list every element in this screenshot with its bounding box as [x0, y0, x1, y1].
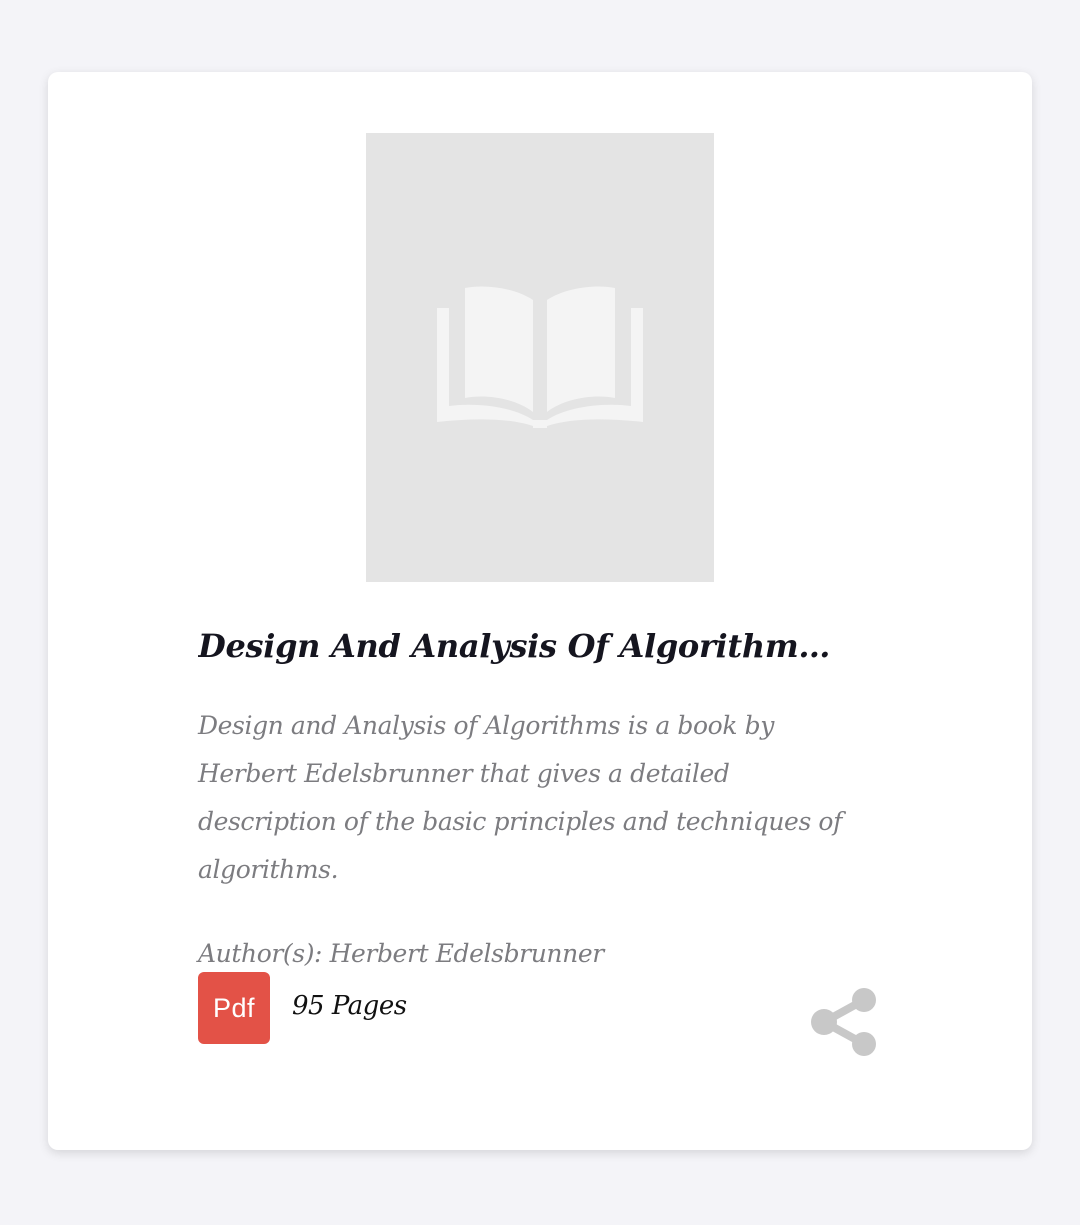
- book-cover-placeholder[interactable]: [366, 133, 714, 582]
- share-button[interactable]: [808, 986, 880, 1058]
- book-title[interactable]: Design And Analysis Of Algorithms by ...: [198, 620, 838, 672]
- book-footer: Pdf 95 Pages: [198, 972, 888, 1062]
- page-count: 95 Pages: [292, 991, 407, 1021]
- pdf-icon[interactable]: Pdf: [198, 972, 270, 1044]
- open-book-icon: [437, 286, 643, 428]
- book-info: Design And Analysis Of Algorithms by ...…: [198, 620, 888, 974]
- book-card[interactable]: Design And Analysis Of Algorithms by ...…: [48, 72, 1032, 1150]
- book-description: Design and Analysis of Algorithms is a b…: [198, 711, 842, 884]
- share-icon: [811, 988, 876, 1056]
- pdf-badge-label: Pdf: [212, 992, 256, 1023]
- book-author: Author(s): Herbert Edelsbrunner: [198, 939, 604, 968]
